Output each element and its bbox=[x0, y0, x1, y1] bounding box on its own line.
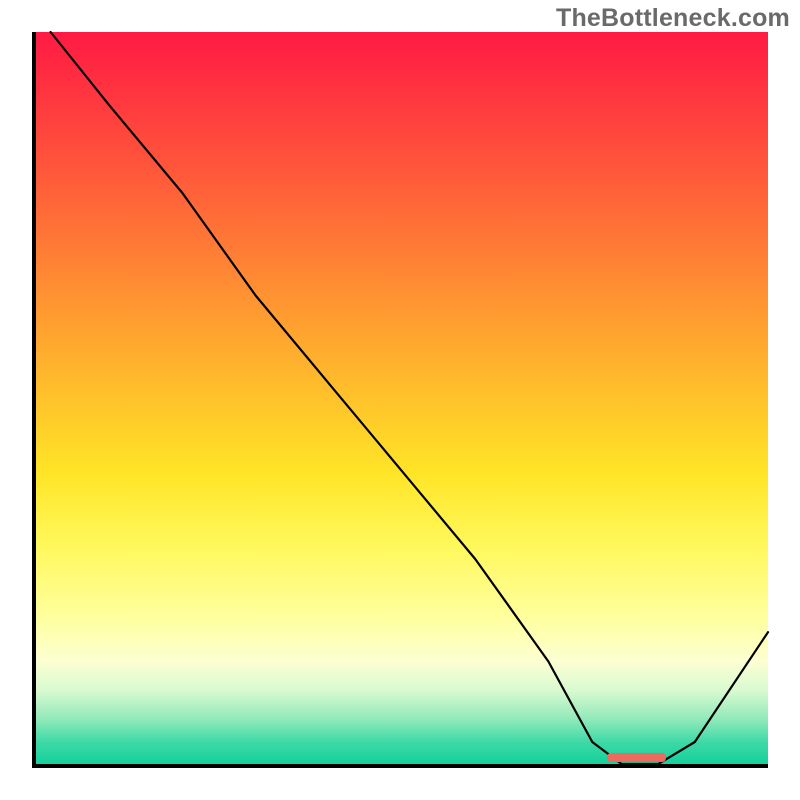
curve-path bbox=[51, 32, 768, 764]
bottleneck-curve bbox=[36, 32, 768, 764]
plot-area bbox=[32, 32, 768, 768]
watermark-text: TheBottleneck.com bbox=[556, 4, 790, 33]
optimal-range-marker bbox=[607, 753, 666, 762]
chart-container: TheBottleneck.com bbox=[0, 0, 800, 800]
